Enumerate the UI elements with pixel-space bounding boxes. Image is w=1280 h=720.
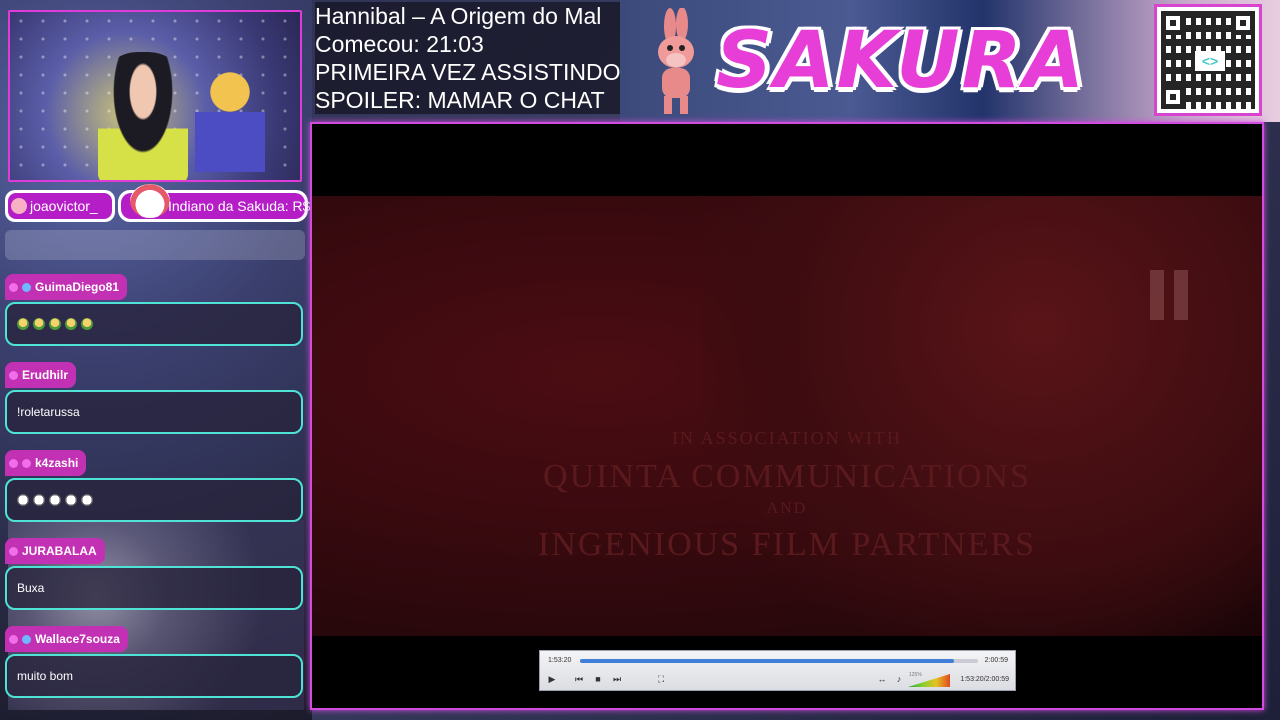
- stream-info: Hannibal – A Origem do Mal Comecou: 21:0…: [315, 2, 620, 114]
- avatar: [11, 198, 27, 214]
- badge-icon: [22, 282, 31, 292]
- chat-message: JURABALAA Buxa: [5, 538, 305, 626]
- sakura-logo: SAKURA: [716, 16, 1086, 106]
- chat-username-tag: Erudhilr: [5, 362, 77, 388]
- movie-title: Hannibal – A Origem do Mal: [315, 3, 602, 29]
- seek-bar[interactable]: [580, 659, 978, 663]
- alert-username: joaovictor_: [30, 198, 98, 214]
- previous-icon[interactable]: ⏮: [572, 672, 586, 686]
- emote-icon: [17, 494, 29, 506]
- volume-label: 125%: [909, 672, 922, 678]
- chat-username: Erudhilr: [22, 368, 69, 382]
- play-icon[interactable]: ▶: [545, 672, 559, 686]
- emote-icon: [49, 318, 61, 330]
- emote-icon: [81, 494, 93, 506]
- chat-text: muito bom: [17, 669, 74, 683]
- emote-row: [17, 318, 93, 330]
- emote-icon: [49, 494, 61, 506]
- elapsed-time: 1:53:20: [548, 657, 572, 664]
- cake-icon: [130, 184, 170, 218]
- loop-icon[interactable]: ↔: [875, 672, 889, 686]
- chat-list: GuimaDiego81 Erudhilr !roletarussa k4zas…: [5, 274, 305, 714]
- next-icon[interactable]: ⏭: [610, 672, 624, 686]
- chat-username: GuimaDiego81: [35, 280, 120, 294]
- total-time: 2:00:59: [984, 657, 1008, 664]
- alert-username-box: joaovictor_: [5, 190, 115, 222]
- chat-bubble: [5, 478, 303, 522]
- chat-username-tag: GuimaDiego81: [5, 274, 128, 300]
- chat-text: !roletarussa: [17, 405, 80, 419]
- seek-progress: [580, 659, 955, 663]
- qr-code: <>: [1154, 4, 1262, 116]
- badge-icon: [9, 282, 18, 292]
- badge-icon: [22, 458, 31, 468]
- emote-icon: [33, 318, 45, 330]
- emote-icon: [17, 318, 29, 330]
- spoiler-note: SPOILER: MAMAR O CHAT: [315, 87, 605, 113]
- skull-icon: [9, 546, 18, 556]
- chat-username: k4zashi: [35, 456, 79, 470]
- speaker-icon[interactable]: ♪: [892, 672, 906, 686]
- chat-message: GuimaDiego81: [5, 274, 305, 362]
- video-frame[interactable]: In association with Quinta Communication…: [310, 122, 1264, 710]
- chat-bubble: !roletarussa: [5, 390, 303, 434]
- chat-message: Erudhilr !roletarussa: [5, 362, 305, 450]
- badge-icon: [9, 458, 18, 468]
- alert-strip: [5, 230, 305, 260]
- chat-username: Wallace7souza: [35, 632, 120, 646]
- credit-line: Ingenious Film Partners: [538, 526, 1036, 563]
- badge-icon: [9, 370, 18, 380]
- chat-message: k4zashi: [5, 450, 305, 538]
- chat-username-tag: Wallace7souza: [5, 626, 128, 652]
- combined-time: 1:53:20/2:00:59: [960, 676, 1009, 683]
- credit-line: Quinta Communications: [543, 458, 1031, 495]
- badge-icon: [9, 634, 18, 644]
- chat-text: Buxa: [17, 581, 45, 595]
- emote-icon: [33, 494, 45, 506]
- emote-icon: [81, 318, 93, 330]
- emote-icon: [65, 494, 77, 506]
- chat-username-tag: k4zashi: [5, 450, 87, 476]
- chat-bubble: muito bom: [5, 654, 303, 698]
- badge-icon: [22, 634, 31, 644]
- first-watch-note: PRIMEIRA VEZ ASSISTINDO: [315, 59, 621, 85]
- chat-bubble: [5, 302, 303, 346]
- webcam-feed: [8, 10, 302, 182]
- qr-center-icon: <>: [1195, 51, 1225, 71]
- streamer: [98, 52, 188, 180]
- player-controls: 1:53:20 2:00:59 ▶ ⏮ ■ ⏭ ⛶ ↔ ♪ 125% 1:53:…: [539, 650, 1016, 691]
- emote-icon: [65, 318, 77, 330]
- fullscreen-icon[interactable]: ⛶: [654, 672, 668, 686]
- pause-icon[interactable]: [1150, 270, 1198, 320]
- stop-icon[interactable]: ■: [591, 672, 605, 686]
- chat-bubble: Buxa: [5, 566, 303, 610]
- emote-row: [17, 494, 93, 506]
- donkey-mascot-icon: [658, 8, 694, 114]
- chat-message: Wallace7souza muito bom: [5, 626, 305, 714]
- credit-line: and: [766, 500, 808, 517]
- chat-username-tag: JURABALAA: [5, 538, 105, 564]
- video-scene: In association with Quinta Communication…: [312, 196, 1262, 636]
- start-time: Comecou: 21:03: [315, 31, 484, 57]
- chat-username: JURABALAA: [22, 544, 97, 558]
- credit-line: In association with: [672, 428, 902, 448]
- plush-toy: [195, 72, 265, 172]
